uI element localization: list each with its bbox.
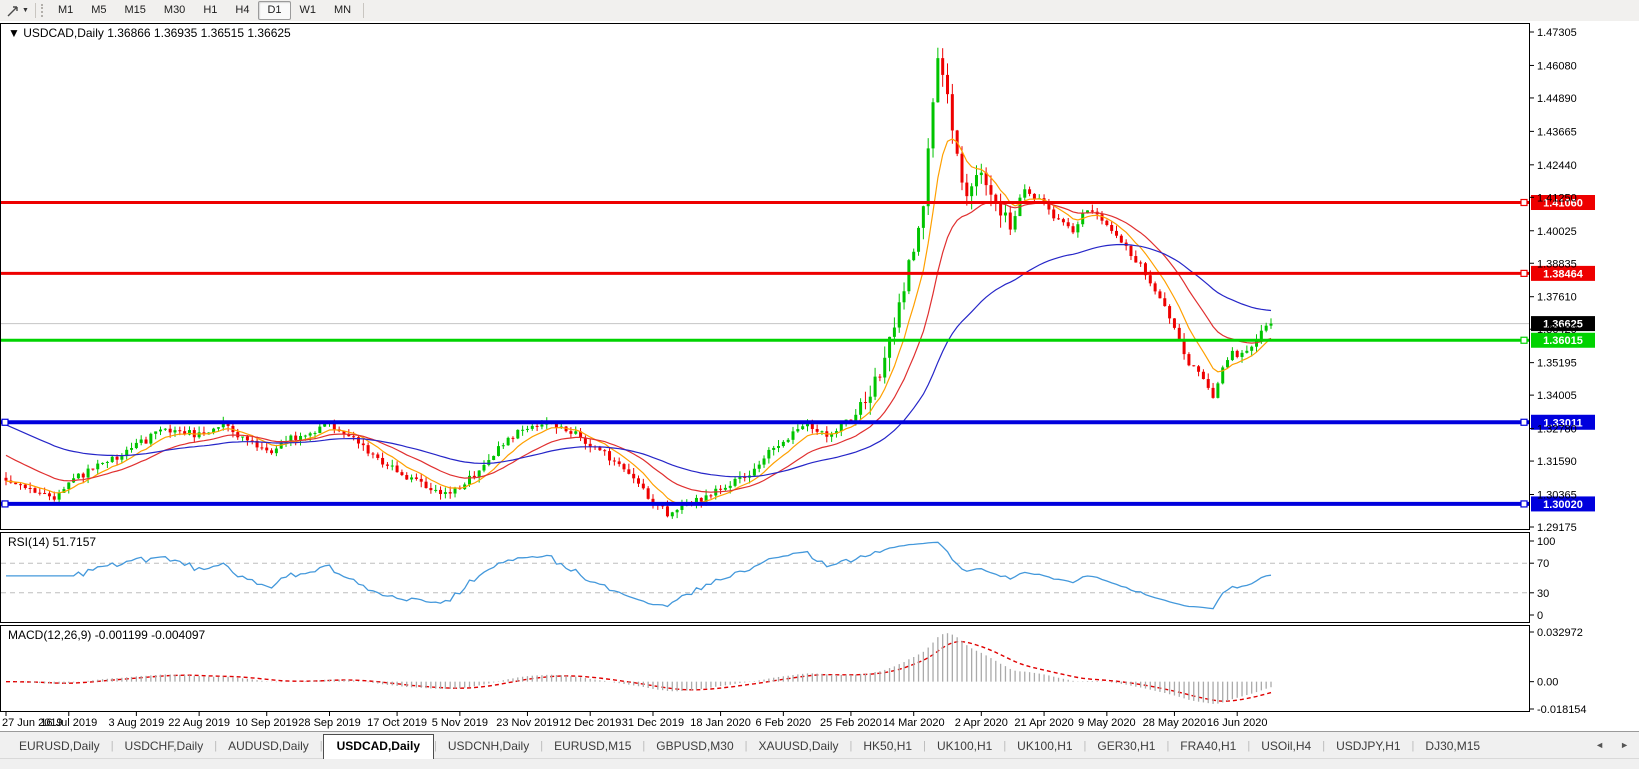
tab-uk100h1[interactable]: UK100,H1 bbox=[926, 735, 1003, 758]
svg-text:1.30365: 1.30365 bbox=[1537, 490, 1577, 502]
tab-fra40h1[interactable]: FRA40,H1 bbox=[1169, 735, 1247, 758]
svg-text:18 Jan 2020: 18 Jan 2020 bbox=[690, 717, 751, 729]
chart-tab-bar: EURUSD,Daily|USDCHF,Daily|AUDUSD,Daily|U… bbox=[0, 732, 1639, 758]
svg-text:1.44890: 1.44890 bbox=[1537, 93, 1577, 105]
svg-text:-0.018154: -0.018154 bbox=[1537, 704, 1587, 716]
tab-usoilh4[interactable]: USOil,H4 bbox=[1250, 735, 1322, 758]
timeframe-m1-button[interactable]: M1 bbox=[49, 1, 82, 20]
timeframe-h4-button[interactable]: H4 bbox=[226, 1, 258, 20]
svg-text:0.032972: 0.032972 bbox=[1537, 627, 1583, 639]
macd-label: MACD(12,26,9) -0.001199 -0.004097 bbox=[8, 628, 206, 642]
svg-text:1.35195: 1.35195 bbox=[1537, 358, 1577, 370]
tab-ger30h1[interactable]: GER30,H1 bbox=[1086, 735, 1166, 758]
tab-gbpusdm30[interactable]: GBPUSD,M30 bbox=[645, 735, 744, 758]
top-toolbar: ▼ M1M5M15M30H1H4D1W1MN bbox=[0, 0, 1639, 21]
timeframe-m30-button[interactable]: M30 bbox=[155, 1, 194, 20]
svg-text:9 May 2020: 9 May 2020 bbox=[1078, 717, 1135, 729]
svg-text:3 Aug 2019: 3 Aug 2019 bbox=[109, 717, 165, 729]
svg-text:0: 0 bbox=[1537, 610, 1543, 622]
svg-text:1.47305: 1.47305 bbox=[1537, 27, 1577, 39]
svg-text:31 Dec 2019: 31 Dec 2019 bbox=[622, 717, 684, 729]
svg-text:22 Aug 2019: 22 Aug 2019 bbox=[168, 717, 230, 729]
svg-text:12 Dec 2019: 12 Dec 2019 bbox=[559, 717, 621, 729]
svg-text:1.32780: 1.32780 bbox=[1537, 424, 1577, 436]
svg-text:1.40025: 1.40025 bbox=[1537, 226, 1577, 238]
svg-text:1.34005: 1.34005 bbox=[1537, 390, 1577, 402]
svg-text:1.36420: 1.36420 bbox=[1537, 324, 1577, 336]
svg-text:1.42440: 1.42440 bbox=[1537, 160, 1577, 172]
date-axis: 27 Jun 201916 Jul 20193 Aug 201922 Aug 2… bbox=[0, 712, 1639, 732]
toolbar-grip-handle[interactable] bbox=[41, 4, 45, 17]
toolbar-divider bbox=[35, 3, 36, 18]
tab-xauusddaily[interactable]: XAUUSD,Daily bbox=[748, 735, 850, 758]
tab-audusddaily[interactable]: AUDUSD,Daily bbox=[217, 735, 320, 758]
svg-text:1.36015: 1.36015 bbox=[1543, 335, 1583, 347]
svg-text:10 Sep 2019: 10 Sep 2019 bbox=[236, 717, 298, 729]
status-strip bbox=[0, 758, 1639, 768]
svg-text:1.38835: 1.38835 bbox=[1537, 258, 1577, 270]
tab-uk100h1[interactable]: UK100,H1 bbox=[1006, 735, 1083, 758]
svg-text:1.43665: 1.43665 bbox=[1537, 126, 1577, 138]
tab-scroll-right-icon[interactable]: ► bbox=[1620, 740, 1629, 750]
svg-text:14 Mar 2020: 14 Mar 2020 bbox=[883, 717, 945, 729]
svg-text:0.00: 0.00 bbox=[1537, 677, 1558, 689]
tab-eurusddaily[interactable]: EURUSD,Daily bbox=[8, 735, 111, 758]
tab-usdchfdaily[interactable]: USDCHF,Daily bbox=[114, 735, 215, 758]
svg-text:16 Jun 2020: 16 Jun 2020 bbox=[1207, 717, 1268, 729]
svg-text:21 Apr 2020: 21 Apr 2020 bbox=[1014, 717, 1073, 729]
svg-text:1.37610: 1.37610 bbox=[1537, 292, 1577, 304]
tab-eurusdm15[interactable]: EURUSD,M15 bbox=[543, 735, 642, 758]
tab-usdcaddaily[interactable]: USDCAD,Daily bbox=[323, 734, 434, 759]
cursor-tool-icon[interactable] bbox=[4, 3, 22, 19]
timeframe-h1-button[interactable]: H1 bbox=[194, 1, 226, 20]
svg-text:30: 30 bbox=[1537, 588, 1549, 600]
rsi-label: RSI(14) 51.7157 bbox=[8, 535, 96, 549]
svg-text:28 May 2020: 28 May 2020 bbox=[1143, 717, 1207, 729]
cursor-tool-caret-icon[interactable]: ▼ bbox=[22, 7, 29, 14]
timeframe-m5-button[interactable]: M5 bbox=[82, 1, 115, 20]
svg-text:70: 70 bbox=[1537, 558, 1549, 570]
svg-text:23 Nov 2019: 23 Nov 2019 bbox=[496, 717, 558, 729]
chart-tabs: EURUSD,Daily|USDCHF,Daily|AUDUSD,Daily|U… bbox=[8, 734, 1491, 758]
svg-text:25 Feb 2020: 25 Feb 2020 bbox=[820, 717, 882, 729]
svg-text:100: 100 bbox=[1537, 536, 1555, 548]
svg-text:6 Feb 2020: 6 Feb 2020 bbox=[756, 717, 812, 729]
svg-text:28 Sep 2019: 28 Sep 2019 bbox=[298, 717, 360, 729]
toolbar-divider-2 bbox=[363, 3, 364, 18]
tab-hk50h1[interactable]: HK50,H1 bbox=[852, 735, 923, 758]
svg-text:1.29175: 1.29175 bbox=[1537, 522, 1577, 534]
svg-text:1.41250: 1.41250 bbox=[1537, 192, 1577, 204]
svg-text:1.31590: 1.31590 bbox=[1537, 456, 1577, 468]
svg-text:5 Nov 2019: 5 Nov 2019 bbox=[432, 717, 488, 729]
timeframe-w1-button[interactable]: W1 bbox=[291, 1, 326, 20]
tab-usdjpyh1[interactable]: USDJPY,H1 bbox=[1325, 735, 1411, 758]
timeframe-m15-button[interactable]: M15 bbox=[116, 1, 155, 20]
svg-text:2 Apr 2020: 2 Apr 2020 bbox=[955, 717, 1008, 729]
svg-text:17 Oct 2019: 17 Oct 2019 bbox=[367, 717, 427, 729]
svg-text:1.46080: 1.46080 bbox=[1537, 60, 1577, 72]
tab-usdcnhdaily[interactable]: USDCNH,Daily bbox=[437, 735, 540, 758]
timeframe-buttons: M1M5M15M30H1H4D1W1MN bbox=[49, 1, 360, 20]
tab-scroll-buttons: ◄ ► bbox=[1595, 740, 1629, 750]
chart-title: ▼ USDCAD,Daily 1.36866 1.36935 1.36515 1… bbox=[8, 26, 291, 40]
tab-dj30m15[interactable]: DJ30,M15 bbox=[1414, 735, 1491, 758]
timeframe-d1-button[interactable]: D1 bbox=[258, 1, 290, 20]
timeframe-mn-button[interactable]: MN bbox=[325, 1, 360, 20]
tab-scroll-left-icon[interactable]: ◄ bbox=[1595, 740, 1604, 750]
svg-text:16 Jul 2019: 16 Jul 2019 bbox=[40, 717, 97, 729]
price-chart[interactable]: 1.410601.384641.360151.330111.300201.366… bbox=[0, 21, 1639, 732]
